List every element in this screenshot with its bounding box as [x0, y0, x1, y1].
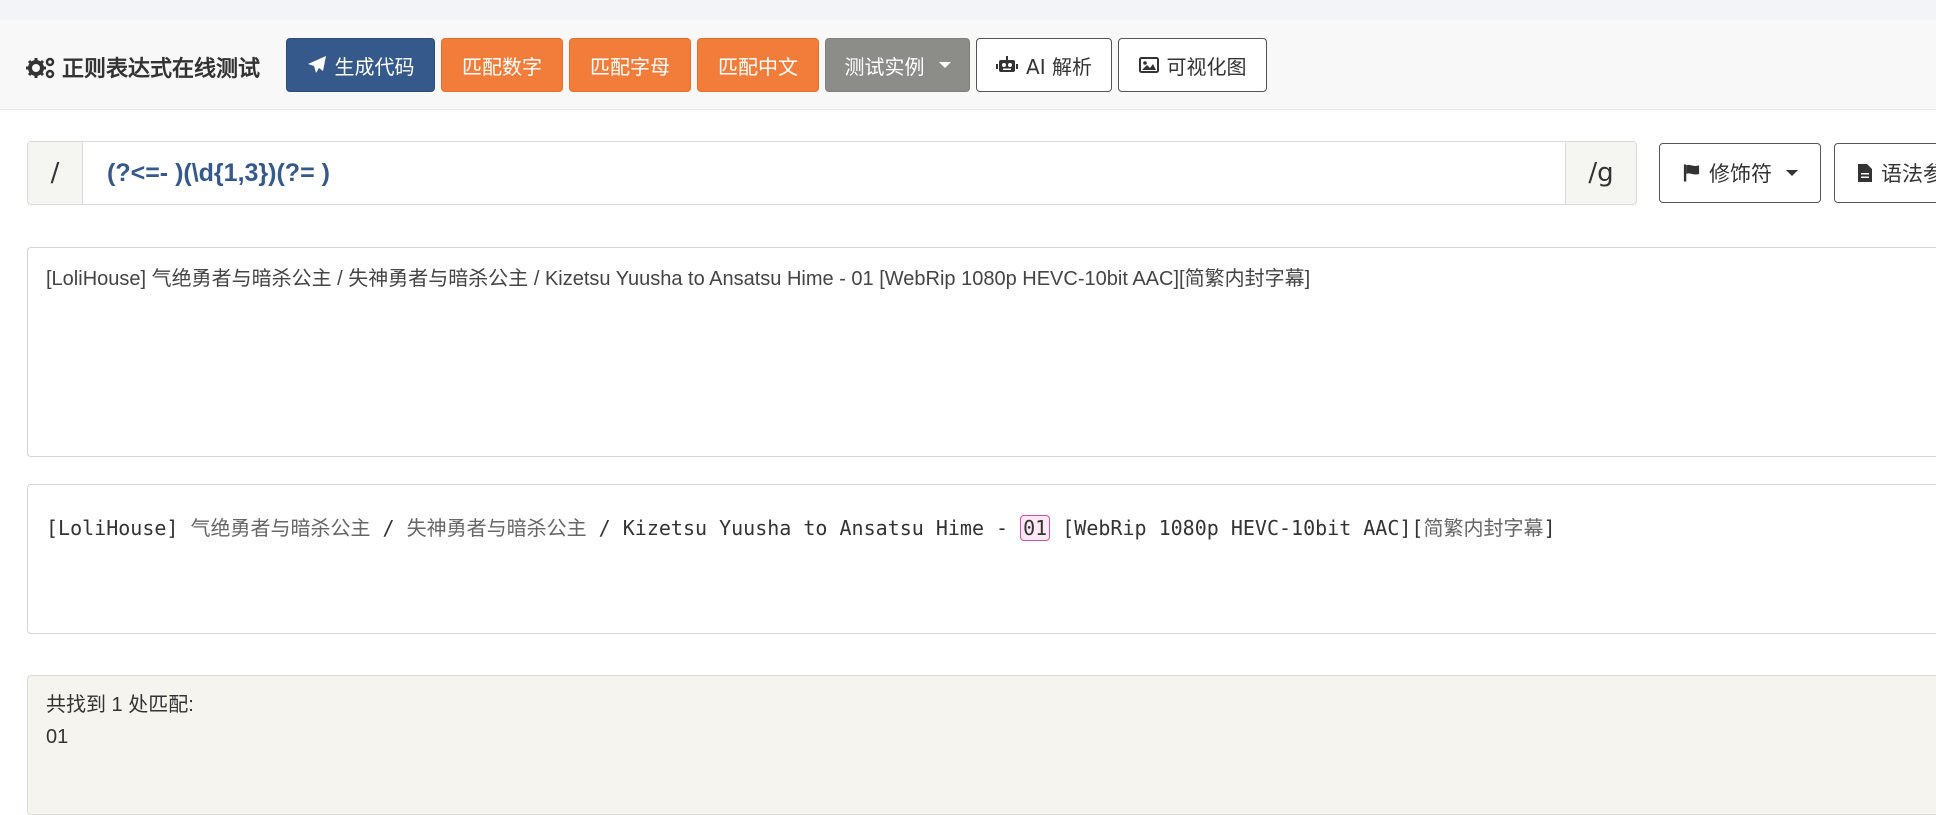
paper-plane-icon	[307, 56, 326, 73]
test-text-input[interactable]: [LoliHouse] 气绝勇者与暗杀公主 / 失神勇者与暗杀公主 / Kize…	[27, 247, 1936, 457]
syntax-reference-button[interactable]: 语法参	[1834, 143, 1936, 203]
match-result-item: 01	[46, 726, 69, 748]
document-icon	[1858, 164, 1872, 182]
match-results-panel: 共找到 1 处匹配: 01	[27, 675, 1936, 815]
flag-icon	[1683, 164, 1700, 182]
match-digits-button[interactable]: 匹配数字	[441, 38, 563, 92]
test-examples-dropdown[interactable]: 测试实例	[825, 38, 970, 92]
modifiers-dropdown[interactable]: 修饰符	[1659, 143, 1821, 203]
regex-input[interactable]: (?<=- )(\d{1,3})(?= )	[83, 141, 1565, 205]
gears-icon	[26, 57, 55, 79]
brand: 正则表达式在线测试	[26, 50, 260, 84]
generate-code-button[interactable]: 生成代码	[286, 38, 435, 92]
robot-icon	[996, 56, 1019, 72]
regex-flags-suffix: /g	[1565, 141, 1637, 205]
caret-down-icon	[938, 62, 951, 68]
match-summary: 共找到 1 处匹配:	[46, 694, 194, 716]
caret-down-icon	[1786, 170, 1798, 176]
match-letters-button[interactable]: 匹配字母	[569, 38, 691, 92]
match-chinese-button[interactable]: 匹配中文	[697, 38, 819, 92]
match-highlight: 01	[1020, 515, 1051, 541]
regex-input-group: / (?<=- )(\d{1,3})(?= ) /g	[27, 141, 1637, 205]
regex-prefix: /	[27, 141, 83, 205]
top-strip	[0, 0, 1936, 21]
image-icon	[1138, 57, 1159, 73]
header-bar: 正则表达式在线测试 生成代码 匹配数字 匹配字母 匹配中文 测试实例 AI 解析…	[0, 20, 1936, 110]
page-title: 正则表达式在线测试	[62, 57, 261, 82]
match-highlight-panel: [LoliHouse] 气绝勇者与暗杀公主 / 失神勇者与暗杀公主 / Kize…	[27, 484, 1936, 634]
ai-analysis-button[interactable]: AI 解析	[976, 38, 1112, 92]
visualize-button[interactable]: 可视化图	[1118, 38, 1267, 92]
